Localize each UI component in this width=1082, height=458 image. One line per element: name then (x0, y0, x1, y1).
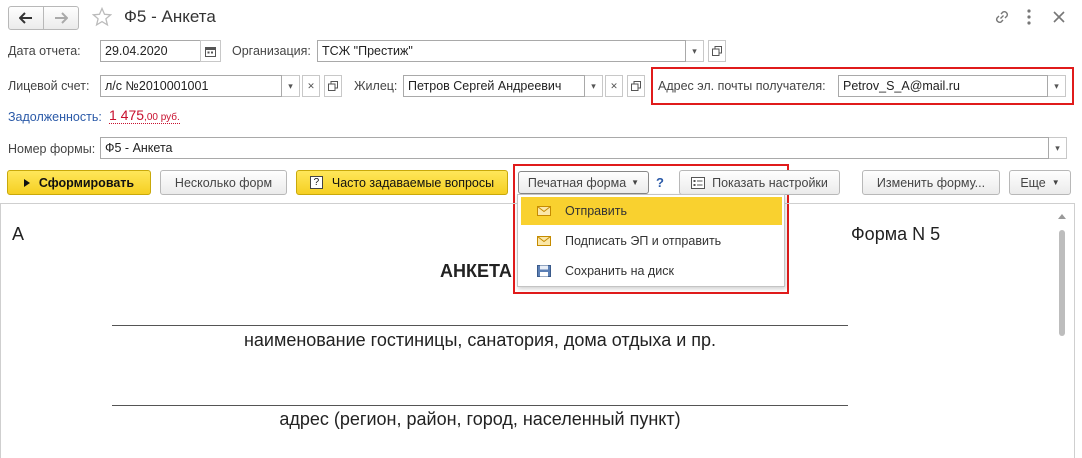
floppy-disk-icon (537, 265, 551, 277)
more-label: Еще (1020, 175, 1046, 190)
debt-label[interactable]: Задолженность: (8, 110, 102, 124)
scrollbar-up-arrow[interactable] (1058, 214, 1066, 219)
menu-item-save-to-disk-label: Сохранить на диск (565, 264, 674, 278)
several-forms-button[interactable]: Несколько форм (160, 170, 287, 195)
change-form-button[interactable]: Изменить форму... (862, 170, 1000, 195)
more-vertical-icon[interactable] (1024, 8, 1034, 26)
back-button[interactable] (8, 6, 44, 30)
resident-label: Жилец: (354, 79, 398, 93)
calendar-button[interactable] (200, 40, 221, 62)
debt-amount-fraction: ,00 руб. (144, 112, 180, 123)
account-dropdown-button[interactable]: ▾ (282, 75, 300, 97)
form-number-dropdown-button[interactable]: ▾ (1049, 137, 1067, 159)
form-number-input[interactable]: Ф5 - Анкета (100, 137, 1049, 159)
generate-button[interactable]: Сформировать (7, 170, 151, 195)
close-icon[interactable] (1052, 10, 1066, 24)
print-form-label: Печатная форма (527, 175, 627, 190)
report-date-label: Дата отчета: (8, 44, 81, 58)
link-icon[interactable] (993, 8, 1011, 26)
form-number-label: Номер формы: (8, 142, 96, 156)
menu-item-send-label: Отправить (565, 204, 627, 218)
account-label: Лицевой счет: (8, 79, 90, 93)
star-icon[interactable] (92, 7, 112, 27)
document-form-label: Форма N 5 (851, 224, 941, 244)
menu-item-sign-and-send-label: Подписать ЭП и отправить (565, 234, 722, 248)
arrow-right-icon (55, 12, 68, 24)
menu-item-sign-and-send[interactable]: Подписать ЭП и отправить (521, 227, 782, 255)
calendar-icon (205, 46, 216, 57)
resident-dropdown-button[interactable]: ▾ (585, 75, 603, 97)
print-form-button[interactable]: Печатная форма ▼ (518, 171, 649, 194)
generate-label: Сформировать (38, 175, 135, 190)
open-window-icon (712, 46, 722, 56)
print-form-menu: Отправить Подписать ЭП и отправить Сохра… (517, 194, 785, 287)
scrollbar-thumb[interactable] (1059, 230, 1065, 336)
help-link[interactable]: ? (656, 175, 664, 190)
report-date-input[interactable]: 29.04.2020 (100, 40, 201, 62)
show-settings-label: Показать настройки (712, 175, 828, 190)
organization-label: Организация: (232, 44, 311, 58)
account-input[interactable]: л/с №2010001001 (100, 75, 282, 97)
debt-amount[interactable]: 1 475,00 руб. (109, 107, 180, 124)
chevron-down-icon: ▼ (1051, 178, 1060, 187)
menu-item-save-to-disk[interactable]: Сохранить на диск (521, 257, 782, 285)
underline-hotel (112, 325, 848, 326)
open-window-icon (328, 81, 338, 91)
underline-address (112, 405, 848, 406)
organization-input[interactable]: ТСЖ "Престиж" (317, 40, 686, 62)
organization-open-button[interactable] (708, 40, 726, 62)
resident-open-button[interactable] (627, 75, 645, 97)
email-dropdown-button[interactable]: ▾ (1048, 75, 1066, 97)
document-title: АНКЕТА (440, 261, 512, 281)
chevron-down-icon: ▼ (631, 178, 640, 187)
menu-item-send[interactable]: Отправить (521, 197, 782, 225)
settings-list-icon (691, 176, 706, 189)
caption-address: адрес (регион, район, город, населенный … (279, 409, 681, 429)
resident-clear-button[interactable]: ✕ (605, 75, 623, 97)
account-clear-button[interactable]: ✕ (302, 75, 320, 97)
show-settings-button[interactable]: Показать настройки (679, 170, 840, 195)
organization-dropdown-button[interactable]: ▾ (686, 40, 704, 62)
document-left-mark: А (12, 224, 25, 244)
email-label: Адрес эл. почты получателя: (658, 79, 826, 93)
faq-button[interactable]: ? Часто задаваемые вопросы (296, 170, 508, 195)
envelope-icon (537, 236, 551, 246)
envelope-icon (537, 206, 551, 216)
resident-input[interactable]: Петров Сергей Андреевич (403, 75, 585, 97)
forward-button[interactable] (43, 6, 79, 30)
debt-amount-main: 1 475 (109, 107, 145, 123)
arrow-left-icon (19, 12, 32, 24)
play-icon (23, 178, 30, 187)
faq-label: Часто задаваемые вопросы (331, 175, 495, 190)
account-open-button[interactable] (324, 75, 342, 97)
question-icon: ? (309, 176, 323, 189)
caption-hotel: наименование гостиницы, санатория, дома … (243, 330, 717, 350)
email-input[interactable]: Petrov_S_A@mail.ru (838, 75, 1048, 97)
window-title: Ф5 - Анкета (124, 7, 216, 26)
open-window-icon (631, 81, 641, 91)
more-button[interactable]: Еще ▼ (1009, 170, 1071, 195)
